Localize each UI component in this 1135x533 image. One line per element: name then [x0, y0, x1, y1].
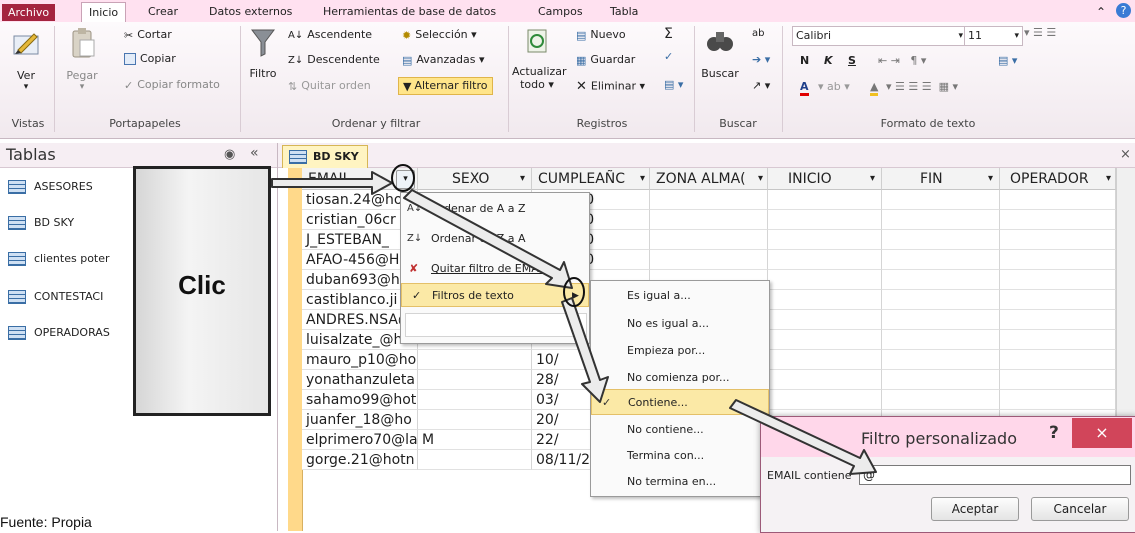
arrow-to-filtros-texto	[403, 189, 573, 289]
annotation-arrows	[271, 164, 877, 475]
arrow-to-dialog	[729, 399, 877, 475]
dropdown-highlight-circle	[391, 164, 415, 192]
arrow-to-contiene	[561, 297, 609, 403]
arrow-to-dropdown	[271, 171, 393, 195]
